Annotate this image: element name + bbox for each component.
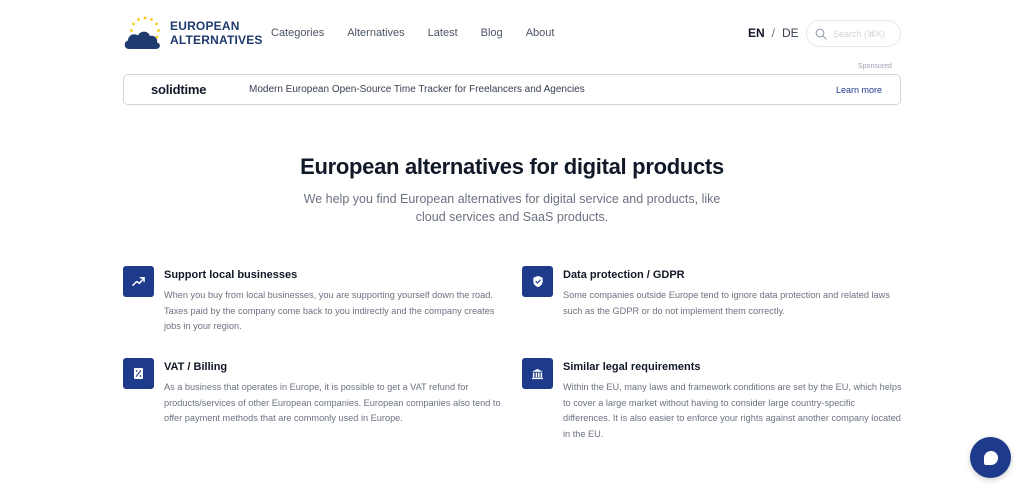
feature-title: VAT / Billing — [164, 361, 228, 373]
search-box[interactable] — [806, 20, 901, 47]
receipt-percent-icon — [123, 358, 154, 389]
nav-blog[interactable]: Blog — [481, 27, 503, 39]
feature-text: Some companies outside Europe tend to ig… — [563, 290, 890, 316]
sponsor-brand: solidtime — [151, 82, 207, 97]
site-header: EUROPEAN ALTERNATIVES Categories Alterna… — [0, 0, 1024, 66]
sponsored-label: Sponsored — [858, 63, 892, 70]
sponsor-tagline: Modern European Open-Source Time Tracker… — [249, 84, 585, 95]
page-subtitle: We help you find European alternatives f… — [303, 192, 721, 224]
logo-line-2: ALTERNATIVES — [170, 33, 263, 47]
lang-separator: / — [771, 26, 776, 40]
feature-title: Support local businesses — [164, 269, 298, 281]
main-nav: Categories Alternatives Latest Blog Abou… — [271, 27, 577, 39]
lang-en[interactable]: EN — [748, 26, 765, 40]
feature-text: When you buy from local businesses, you … — [164, 290, 495, 331]
chat-bubble-icon — [983, 450, 998, 465]
feature-title: Similar legal requirements — [563, 361, 701, 373]
site-logo[interactable]: EUROPEAN ALTERNATIVES — [123, 15, 263, 51]
bank-building-icon — [522, 358, 553, 389]
search-input[interactable] — [833, 28, 893, 39]
shield-check-icon — [522, 266, 553, 297]
learn-more-link[interactable]: Learn more — [836, 85, 882, 95]
nav-categories[interactable]: Categories — [271, 27, 324, 39]
language-switcher: EN / DE — [748, 26, 799, 40]
chat-widget-button[interactable] — [970, 437, 1011, 478]
search-icon — [815, 28, 827, 40]
trend-up-icon — [123, 266, 154, 297]
feature-title: Data protection / GDPR — [563, 269, 685, 281]
nav-latest[interactable]: Latest — [428, 27, 458, 39]
eu-cloud-logo-icon — [124, 16, 160, 49]
feature-text: As a business that operates in Europe, i… — [164, 382, 501, 423]
nav-alternatives[interactable]: Alternatives — [347, 27, 404, 39]
logo-line-1: EUROPEAN — [170, 19, 240, 33]
lang-de[interactable]: DE — [782, 26, 799, 40]
page-title: European alternatives for digital produc… — [300, 154, 724, 179]
logo-wordmark: EUROPEAN ALTERNATIVES — [170, 19, 263, 47]
nav-about[interactable]: About — [526, 27, 555, 39]
sponsor-banner[interactable]: solidtime Modern European Open-Source Ti… — [123, 74, 901, 105]
feature-text: Within the EU, many laws and framework c… — [563, 382, 902, 439]
